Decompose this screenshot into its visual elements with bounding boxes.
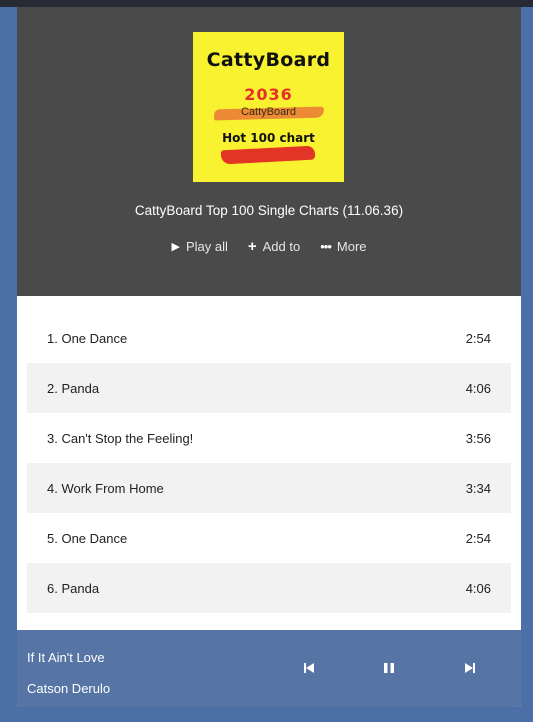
playlist-title: CattyBoard Top 100 Single Charts (11.06.…: [134, 203, 404, 218]
track-title: 3. Can't Stop the Feeling!: [47, 430, 194, 446]
track-duration: 4:06: [465, 580, 491, 596]
next-icon: [465, 663, 475, 673]
track-row[interactable]: 1. One Dance 2:54: [27, 313, 511, 363]
track-row[interactable]: 3. Can't Stop the Feeling! 3:56: [27, 413, 511, 463]
playlist-actions: ▶ Play all + Add to ••• More: [17, 239, 521, 254]
play-all-label: Play all: [185, 239, 228, 254]
track-row[interactable]: 5. One Dance 2:54: [27, 513, 511, 563]
cover-year: 2036: [244, 85, 293, 104]
pause-icon: [384, 663, 394, 673]
cover-red-brush: [220, 145, 316, 165]
track-duration: 4:06: [465, 380, 491, 396]
track-duration: 3:56: [465, 430, 491, 446]
track-duration: 2:54: [465, 330, 491, 346]
now-playing-bar: If It Ain't Love Catson Derulo: [17, 630, 521, 707]
previous-icon: [304, 663, 314, 673]
track-row[interactable]: 6. Panda 4:06: [27, 563, 511, 613]
add-to-button[interactable]: + Add to: [248, 239, 300, 254]
track-title: 2. Panda: [47, 380, 100, 396]
playlist-header: CattyBoard 2036 CattyBoard Hot 100 chart…: [17, 7, 521, 296]
next-button[interactable]: [460, 660, 480, 676]
now-playing-artist: Catson Derulo: [27, 681, 111, 696]
track-duration: 2:54: [465, 530, 491, 546]
track-title: 6. Panda: [47, 580, 100, 596]
track-title: 5. One Dance: [47, 530, 128, 546]
track-row[interactable]: 2. Panda 4:06: [27, 363, 511, 413]
cover-subtitle: CattyBoard: [240, 106, 297, 118]
play-icon: ▶: [171, 241, 180, 253]
play-all-button[interactable]: ▶ Play all: [171, 239, 227, 254]
track-title: 1. One Dance: [47, 330, 128, 346]
track-row[interactable]: 4. Work From Home 3:34: [27, 463, 511, 513]
now-playing-song: If It Ain't Love: [27, 650, 105, 665]
track-duration: 3:34: [465, 480, 491, 496]
more-button[interactable]: ••• More: [320, 239, 366, 254]
window-top-bar: [0, 0, 533, 7]
cover-brand: CattyBoard: [206, 49, 331, 71]
album-cover: CattyBoard 2036 CattyBoard Hot 100 chart: [193, 32, 344, 182]
more-dots-icon: •••: [320, 239, 332, 254]
cover-chart-label: Hot 100 chart: [222, 131, 315, 145]
more-label: More: [336, 239, 367, 254]
track-list: 1. One Dance 2:54 2. Panda 4:06 3. Can't…: [27, 313, 511, 613]
add-to-label: Add to: [262, 239, 301, 254]
previous-button[interactable]: [299, 660, 319, 676]
track-title: 4. Work From Home: [47, 480, 164, 496]
plus-icon: +: [247, 238, 257, 255]
playlist-panel: CattyBoard 2036 CattyBoard Hot 100 chart…: [17, 7, 521, 707]
pause-button[interactable]: [379, 660, 399, 676]
